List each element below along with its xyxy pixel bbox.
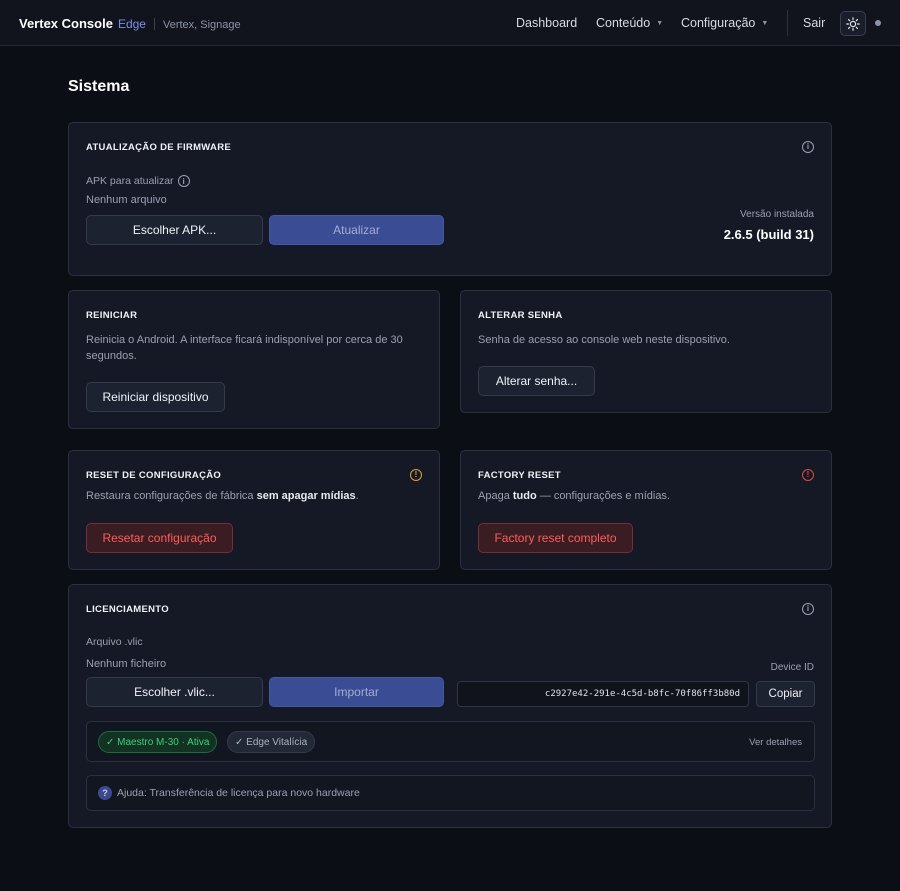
factory-reset-description: Apaga tudo — configurações e mídias. xyxy=(478,490,670,502)
info-icon[interactable]: i xyxy=(177,175,190,187)
import-button[interactable]: Importar xyxy=(269,677,444,707)
factory-reset-title: FACTORY RESET xyxy=(478,470,561,481)
page-title: Sistema xyxy=(68,78,130,95)
sun-icon xyxy=(846,16,860,31)
vlic-file-status: Nenhum ficheiro xyxy=(86,658,167,670)
license-status-panel: ✓ Maestro M-30 · Ativa ✓ Edge Vitalícia … xyxy=(86,721,815,762)
theme-toggle-button[interactable] xyxy=(840,11,866,36)
restart-device-button[interactable]: Reiniciar dispositivo xyxy=(86,382,225,412)
change-password-description: Senha de acesso ao console web neste dis… xyxy=(478,334,730,346)
danger-icon[interactable]: ! xyxy=(802,469,814,481)
brand-edition: Edge xyxy=(117,17,146,31)
vlic-label: Arquivo .vlic xyxy=(86,636,143,648)
nav-divider xyxy=(787,10,788,36)
config-reset-title: RESET DE CONFIGURAÇÃO xyxy=(86,470,222,481)
copy-device-id-button[interactable]: Copiar xyxy=(756,681,815,707)
brand-subtitle: Vertex, Signage xyxy=(162,19,241,31)
choose-apk-button[interactable]: Escolher APK... xyxy=(86,215,263,245)
nav-settings-label: Configuração xyxy=(681,16,756,30)
config-reset-card: RESET DE CONFIGURAÇÃO ! Restaura configu… xyxy=(68,450,440,570)
logout-link[interactable]: Sair xyxy=(803,16,825,30)
top-bar: Vertex Console Edge Vertex, Signage Dash… xyxy=(0,0,900,46)
factory-reset-button[interactable]: Factory reset completo xyxy=(478,523,633,553)
device-id-label: Device ID xyxy=(770,662,814,673)
installed-version-label: Versão instalada xyxy=(740,209,814,220)
firmware-card: ATUALIZAÇÃO DE FIRMWARE i APK para atual… xyxy=(68,122,832,276)
help-text: Ajuda: Transferência de licença para nov… xyxy=(117,787,360,799)
nav-dashboard[interactable]: Dashboard xyxy=(516,16,577,30)
restart-description: Reinicia o Android. A interface ficará i… xyxy=(86,334,403,362)
reset-config-button[interactable]: Resetar configuração xyxy=(86,523,233,553)
brand-divider xyxy=(153,17,155,30)
nav-content-label: Conteúdo xyxy=(596,16,651,30)
info-icon[interactable]: i xyxy=(802,141,814,153)
license-help-panel[interactable]: ? Ajuda: Transferência de licença para n… xyxy=(86,775,815,811)
licensing-title: LICENCIAMENTO xyxy=(86,604,169,615)
config-reset-description: Restaura configurações de fábrica sem ap… xyxy=(86,490,359,502)
change-password-card: ALTERAR SENHA Senha de acesso ao console… xyxy=(460,290,832,413)
license-badge-edge: ✓ Edge Vitalícia xyxy=(227,731,316,753)
caret-down-icon: ▼ xyxy=(656,19,664,27)
logout-label: Sair xyxy=(803,16,826,30)
factory-reset-card: FACTORY RESET ! Apaga tudo — configuraçõ… xyxy=(460,450,832,570)
restart-title: REINICIAR xyxy=(86,310,138,321)
license-badge-active: ✓ Maestro M-30 · Ativa xyxy=(98,731,218,753)
details-link[interactable]: Ver detalhes xyxy=(749,737,802,748)
restart-card: REINICIAR Reinicia o Android. A interfac… xyxy=(68,290,440,429)
caret-down-icon: ▼ xyxy=(761,19,769,27)
choose-vlic-button[interactable]: Escolher .vlic... xyxy=(86,677,263,707)
change-password-title: ALTERAR SENHA xyxy=(478,310,563,321)
apk-label-text: APK para atualizar xyxy=(86,175,174,187)
update-button[interactable]: Atualizar xyxy=(269,215,444,245)
change-password-button[interactable]: Alterar senha... xyxy=(478,366,595,396)
connection-status-dot xyxy=(875,20,881,26)
nav-content-menu[interactable]: Conteúdo ▼ xyxy=(596,16,663,30)
device-id-field[interactable]: c2927e42-291e-4c5d-b8fc-70f86ff3b80d xyxy=(457,681,749,707)
installed-version-value: 2.6.5 (build 31) xyxy=(723,227,814,242)
nav-settings-menu[interactable]: Configuração ▼ xyxy=(681,16,768,30)
licensing-card: LICENCIAMENTO i Arquivo .vlic Nenhum fic… xyxy=(68,584,832,828)
brand-name: Vertex Console xyxy=(19,16,113,31)
info-icon[interactable]: i xyxy=(802,603,814,615)
help-icon: ? xyxy=(98,786,112,800)
apk-file-status: Nenhum arquivo xyxy=(86,194,167,206)
apk-label: APK para atualizar i xyxy=(86,175,190,187)
firmware-title: ATUALIZAÇÃO DE FIRMWARE xyxy=(86,142,231,153)
warning-icon[interactable]: ! xyxy=(410,469,422,481)
nav-dashboard-label: Dashboard xyxy=(516,16,578,30)
brand[interactable]: Vertex Console Edge Vertex, Signage xyxy=(19,16,241,31)
